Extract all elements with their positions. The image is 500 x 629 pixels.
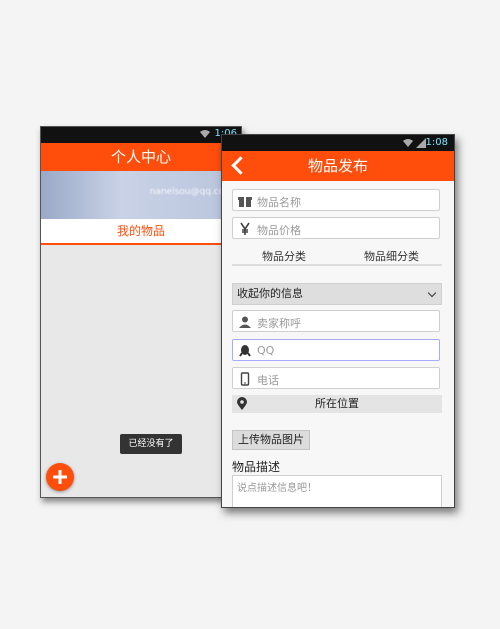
category-row: 物品分类 物品细分类	[232, 248, 442, 264]
publish-item-screen: 1:08 物品发布 物品名称 物品价格 物品分类 物品细分类 收起你的信息 卖家…	[221, 134, 455, 508]
category-selector[interactable]: 物品分类	[262, 248, 306, 264]
profile-screen: 1:06 个人中心 nanelsou@qq.com 我的物品 已经没有了	[40, 126, 242, 498]
description-textarea[interactable]: 说点描述信息吧！	[232, 475, 442, 507]
collapse-info-label: 收起你的信息	[237, 287, 303, 300]
title-bar: 物品发布	[222, 151, 454, 181]
seller-name-input[interactable]: 卖家称呼	[232, 310, 440, 332]
description-label: 物品描述	[232, 460, 281, 474]
qq-placeholder: QQ	[257, 344, 275, 357]
item-name-placeholder: 物品名称	[257, 196, 301, 209]
status-bar: 1:06	[41, 127, 241, 143]
map-pin-icon	[237, 397, 247, 410]
person-icon	[239, 316, 251, 328]
page-title: 个人中心	[41, 143, 241, 171]
tab-my-items[interactable]: 我的物品	[41, 219, 241, 245]
qq-input[interactable]: QQ	[232, 339, 440, 361]
status-time: 1:08	[425, 137, 448, 148]
chevron-down-icon	[427, 288, 437, 298]
item-price-placeholder: 物品价格	[257, 224, 301, 237]
item-price-input[interactable]: 物品价格	[232, 217, 440, 239]
qq-penguin-icon	[239, 345, 251, 357]
seller-name-placeholder: 卖家称呼	[257, 317, 301, 330]
phone-placeholder: 电话	[257, 374, 279, 387]
phone-icon	[240, 372, 250, 386]
back-arrow-icon[interactable]	[231, 156, 250, 175]
divider	[232, 264, 442, 266]
page-title: 物品发布	[307, 157, 368, 175]
location-label: 所在位置	[315, 397, 359, 410]
phone-input[interactable]: 电话	[232, 367, 440, 389]
location-selector[interactable]: 所在位置	[232, 395, 442, 413]
toast-message: 已经没有了	[120, 434, 182, 454]
signal-icon	[416, 138, 426, 148]
wifi-icon	[403, 139, 413, 147]
yen-icon	[240, 222, 250, 235]
item-name-input[interactable]: 物品名称	[232, 189, 440, 211]
profile-banner: nanelsou@qq.com	[41, 171, 241, 219]
description-placeholder: 说点描述信息吧！	[237, 483, 317, 494]
add-item-button[interactable]	[46, 463, 74, 491]
subcategory-selector[interactable]: 物品细分类	[364, 248, 419, 264]
gift-icon	[238, 197, 252, 207]
wifi-icon	[200, 130, 210, 138]
upload-image-button[interactable]: 上传物品图片	[232, 430, 310, 450]
status-bar: 1:08	[222, 135, 454, 151]
collapse-info-select[interactable]: 收起你的信息	[232, 283, 442, 305]
